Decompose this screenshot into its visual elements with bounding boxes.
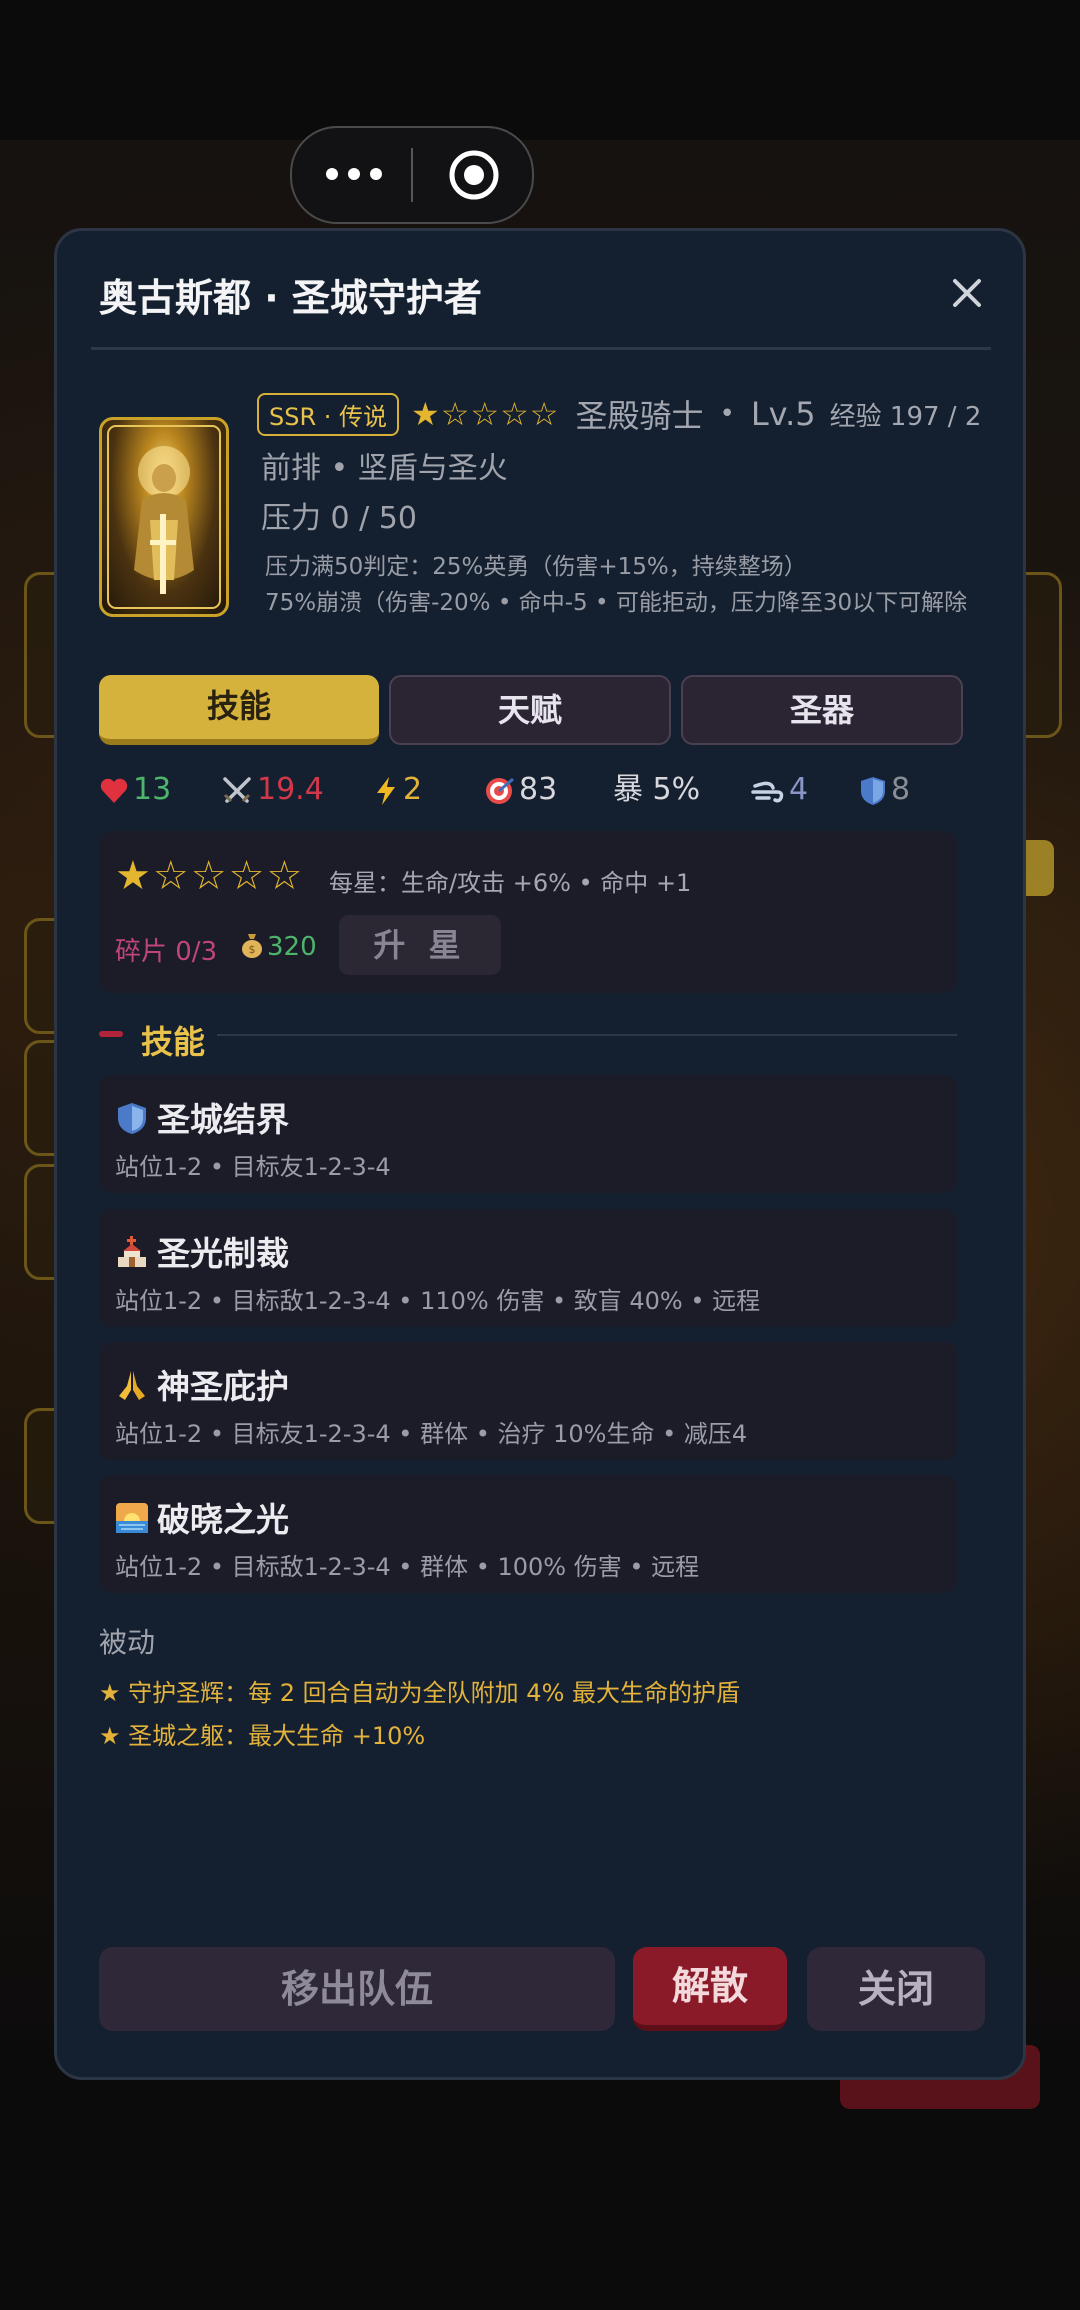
miniprogram-capsule xyxy=(290,126,534,224)
tab-relics[interactable]: 圣器 xyxy=(681,675,963,745)
stat-speed: 2 xyxy=(373,769,422,811)
pressure-note: 压力满50判定：25%英勇（伤害+15%，持续整场） xyxy=(265,554,807,580)
tab-skills[interactable]: 技能 xyxy=(99,675,379,745)
shield-icon xyxy=(118,1103,146,1134)
passive-item: ★ 圣城之躯：最大生命 +10% xyxy=(99,1722,426,1750)
section-title: 技能 xyxy=(141,1023,206,1061)
hero-exp: 经验 197 / 2 xyxy=(829,401,982,432)
more-icon[interactable] xyxy=(326,156,406,192)
stat-crit: 暴 5% xyxy=(613,772,701,807)
skill-card[interactable]: 圣光制裁 站位1-2 • 目标敌1-2-3-4 • 110% 伤害 • 致盲 4… xyxy=(99,1209,957,1327)
upgrade-star-button[interactable]: 升 星 xyxy=(339,915,501,975)
section-divider xyxy=(217,1034,957,1036)
separator: • xyxy=(719,399,735,429)
church-icon xyxy=(118,1236,146,1267)
rarity-badge: SSR · 传说 xyxy=(257,392,400,436)
hero-detail-modal: 奥古斯都 · 圣城守护者 SSR · 传说 ★☆☆☆☆ 圣殿骑士 • Lv.5 … xyxy=(54,228,1026,2080)
skill-desc: 站位1-2 • 目标敌1-2-3-4 • 110% 伤害 • 致盲 40% • … xyxy=(115,1287,761,1315)
svg-text:$: $ xyxy=(249,943,256,956)
lightning-icon xyxy=(377,776,395,805)
money-bag-icon: $ xyxy=(242,934,262,958)
stat-hp: 13 xyxy=(99,769,171,811)
skill-card[interactable]: 圣城结界 站位1-2 • 目标友1-2-3-4 xyxy=(99,1075,957,1193)
skill-desc: 站位1-2 • 目标友1-2-3-4 xyxy=(115,1153,391,1181)
hero-portrait xyxy=(99,417,229,617)
close-button[interactable]: 关闭 xyxy=(807,1947,985,2031)
skill-card[interactable]: 神圣庇护 站位1-2 • 目标友1-2-3-4 • 群体 • 治疗 10%生命 … xyxy=(99,1342,957,1460)
remove-from-team-button[interactable]: 移出队伍 xyxy=(99,1947,615,2031)
skill-desc: 站位1-2 • 目标敌1-2-3-4 • 群体 • 100% 伤害 • 远程 xyxy=(115,1553,700,1581)
skill-name: 神圣庇护 xyxy=(115,1360,289,1408)
stat-attack: 19.4 xyxy=(221,769,324,811)
skill-name: 圣光制裁 xyxy=(115,1227,289,1275)
hero-class: 圣殿骑士 xyxy=(575,397,704,435)
pressure-note: 75%崩溃（伤害-20% • 命中-5 • 可能拒动，压力降至30以下可解除 xyxy=(265,590,968,616)
per-star-bonus: 每星：生命/攻击 +6% • 命中 +1 xyxy=(329,869,692,897)
stat-defense: 8 xyxy=(859,769,910,811)
praying-hands-icon xyxy=(119,1371,145,1400)
skill-name: 圣城结界 xyxy=(115,1093,289,1141)
heart-icon xyxy=(100,778,128,803)
shield-icon xyxy=(861,776,885,805)
disband-button[interactable]: 解散 xyxy=(633,1947,787,2031)
hero-pressure: 压力 0 / 50 xyxy=(261,501,417,536)
passive-item: ★ 守护圣辉：每 2 回合自动为全队附加 4% 最大生命的护盾 xyxy=(99,1679,741,1707)
target-icon xyxy=(486,777,514,804)
skill-name: 破晓之光 xyxy=(115,1493,289,1541)
hero-info-line: SSR · 传说 ★☆☆☆☆ 圣殿骑士 • Lv.5 经验 197 / 2 xyxy=(257,391,987,437)
wind-icon xyxy=(751,781,784,802)
close-miniprogram-icon[interactable] xyxy=(447,148,501,202)
star-upgrade-panel: ★☆☆☆☆ 每星：生命/攻击 +6% • 命中 +1 碎片 0/3 $320 升… xyxy=(99,831,957,993)
skill-card[interactable]: 破晓之光 站位1-2 • 目标敌1-2-3-4 • 群体 • 100% 伤害 •… xyxy=(99,1475,957,1593)
capsule-divider xyxy=(411,148,413,202)
tab-talents[interactable]: 天赋 xyxy=(389,675,671,745)
stat-accuracy: 83 xyxy=(483,769,557,811)
skill-desc: 站位1-2 • 目标友1-2-3-4 • 群体 • 治疗 10%生命 • 减压4 xyxy=(115,1420,748,1448)
hero-level: Lv.5 xyxy=(750,395,816,433)
stat-dodge: 4 xyxy=(751,769,808,811)
gold-cost: $320 xyxy=(239,931,317,962)
hero-star-rating: ★☆☆☆☆ xyxy=(411,395,560,433)
hero-role: 前排 • 坚盾与圣火 xyxy=(261,451,508,486)
close-icon[interactable] xyxy=(947,273,987,313)
title-divider xyxy=(91,347,991,350)
swords-icon xyxy=(223,776,251,803)
fragment-count: 碎片 0/3 xyxy=(115,937,218,967)
star-rating-large: ★☆☆☆☆ xyxy=(115,853,305,899)
section-marker xyxy=(99,1031,123,1037)
sunrise-icon xyxy=(116,1503,148,1533)
passive-title: 被动 xyxy=(99,1626,156,1659)
modal-title: 奥古斯都 · 圣城守护者 xyxy=(99,276,482,320)
